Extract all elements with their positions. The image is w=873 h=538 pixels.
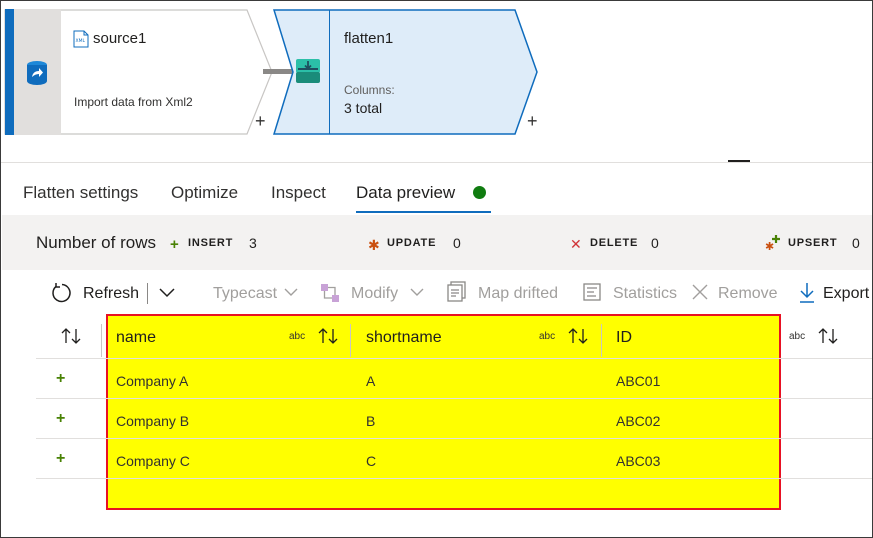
toolbar-separator <box>147 283 148 304</box>
column-separator <box>601 324 602 357</box>
update-asterisk-icon: ✱ <box>368 237 380 253</box>
sort-hidden-column-icon[interactable] <box>818 327 838 345</box>
source-node-title: source1 <box>93 30 147 47</box>
active-tab-indicator <box>356 211 491 213</box>
source-accent-bar <box>5 9 14 135</box>
insert-label: INSERT <box>188 237 234 249</box>
table-cell: Company C <box>116 453 190 469</box>
remove-button[interactable]: Remove <box>718 285 778 303</box>
update-label: UPDATE <box>387 237 437 249</box>
grid-row-divider <box>36 438 872 439</box>
source-node-description: Import data from Xml2 <box>74 95 193 109</box>
statistics-icon <box>583 283 601 301</box>
tab-inspect[interactable]: Inspect <box>271 183 326 203</box>
flatten-add-button[interactable]: + <box>527 112 538 130</box>
row-insert-marker: + <box>56 370 66 387</box>
export-download-icon[interactable] <box>798 282 816 304</box>
column-separator <box>101 324 102 357</box>
table-cell: ABC03 <box>616 453 661 469</box>
column-type-name: abc <box>289 331 306 342</box>
statistics-button[interactable]: Statistics <box>613 285 677 303</box>
table-cell: B <box>366 413 376 429</box>
column-separator <box>350 324 351 357</box>
flatten-icon <box>296 59 320 83</box>
panel-resize-handle[interactable] <box>728 160 750 162</box>
column-header-name[interactable]: name <box>116 329 156 347</box>
map-drifted-button[interactable]: Map drifted <box>478 285 558 303</box>
column-type-shortname: abc <box>539 331 556 342</box>
delete-count: 0 <box>651 235 659 251</box>
flatten-node[interactable]: flatten1 Columns: 3 total <box>273 9 539 135</box>
grid-row-divider <box>36 478 872 479</box>
tab-data-preview[interactable]: Data preview <box>356 183 455 203</box>
delete-x-icon: ✕ <box>570 236 582 252</box>
tab-optimize[interactable]: Optimize <box>171 183 238 203</box>
upsert-label: UPSERT <box>788 237 838 249</box>
table-cell: Company A <box>116 373 189 389</box>
table-cell: ABC01 <box>616 373 661 389</box>
status-success-icon <box>473 186 486 199</box>
delete-label: DELETE <box>590 237 639 249</box>
flatten-columns-value: 3 total <box>344 100 383 116</box>
table-cell: Company B <box>116 413 190 429</box>
refresh-dropdown-chevron-icon[interactable] <box>159 286 175 298</box>
flatten-divider <box>329 10 330 134</box>
flatten-node-title: flatten1 <box>344 30 394 47</box>
sort-name-icon[interactable] <box>318 327 338 345</box>
export-button[interactable]: Export <box>823 285 869 303</box>
rows-count-label: Number of rows <box>36 233 156 252</box>
table-cell: A <box>366 373 376 389</box>
highlight-box <box>106 314 781 510</box>
svg-text:XML: XML <box>76 38 86 44</box>
source-node[interactable]: XML source1 Import data from Xml2 <box>4 9 276 135</box>
typecast-button[interactable]: Typecast <box>213 285 277 303</box>
grid-row-divider <box>36 398 872 399</box>
database-source-icon <box>27 61 47 85</box>
upsert-icon: ✱ <box>765 235 780 250</box>
modify-button[interactable]: Modify <box>351 285 398 303</box>
update-count: 0 <box>453 235 461 251</box>
table-cell: C <box>366 453 377 469</box>
column-header-shortname[interactable]: shortname <box>366 329 442 347</box>
column-header-id[interactable]: ID <box>616 329 632 347</box>
sort-shortname-icon[interactable] <box>568 327 588 345</box>
map-drifted-icon <box>447 281 466 302</box>
row-sort-icon[interactable] <box>61 327 81 345</box>
tab-flatten-settings[interactable]: Flatten settings <box>23 183 138 203</box>
modify-icon <box>321 284 339 302</box>
canvas-divider <box>1 162 872 163</box>
refresh-icon[interactable] <box>51 282 73 304</box>
modify-chevron-icon <box>410 288 424 296</box>
insert-count: 3 <box>249 235 257 251</box>
typecast-chevron-icon <box>284 288 298 296</box>
remove-x-icon <box>692 284 708 300</box>
refresh-button[interactable]: Refresh <box>83 285 139 303</box>
column-type-hidden: abc <box>789 331 806 342</box>
grid-header-divider <box>36 358 872 359</box>
xml-file-icon: XML <box>73 30 89 48</box>
table-cell: ABC02 <box>616 413 661 429</box>
upsert-count: 0 <box>852 235 860 251</box>
row-insert-marker: + <box>56 410 66 427</box>
insert-plus-icon: + <box>170 236 179 253</box>
svg-text:✱: ✱ <box>765 240 774 250</box>
flatten-columns-label: Columns: <box>344 83 395 97</box>
row-insert-marker: + <box>56 450 66 467</box>
source-add-button[interactable]: + <box>255 112 266 130</box>
data-flow-window: XML source1 Import data from Xml2 + flat… <box>0 0 873 538</box>
